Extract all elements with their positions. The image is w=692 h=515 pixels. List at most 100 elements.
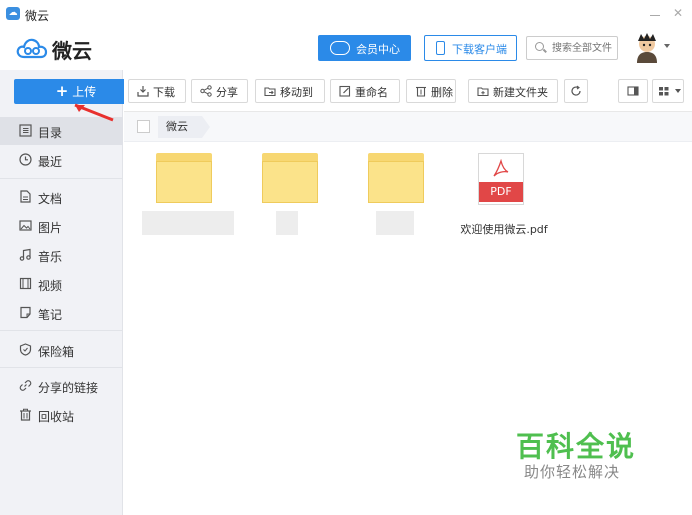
- refresh-icon: [571, 85, 581, 96]
- search-box[interactable]: [526, 36, 618, 60]
- sidebar-item-recent[interactable]: 最近: [0, 146, 123, 174]
- folder-item[interactable]: [254, 153, 324, 243]
- download-client-label: 下载客户端: [452, 43, 507, 56]
- rename-button[interactable]: 重命名: [330, 79, 400, 103]
- divider: [0, 330, 123, 331]
- acrobat-icon: [493, 159, 509, 177]
- sidebar-item-video[interactable]: 视频: [0, 270, 123, 298]
- rename-icon: [339, 85, 351, 97]
- download-button[interactable]: 下载: [128, 79, 186, 103]
- divider: [0, 367, 123, 368]
- sidebar-item-label: 文档: [38, 192, 63, 206]
- rename-label: 重命名: [355, 86, 388, 99]
- sidebar-item-shared-links[interactable]: 分享的链接: [0, 372, 123, 400]
- pdf-file-item[interactable]: PDF 欢迎使用微云.pdf: [460, 153, 548, 243]
- watermark-title: 百科全说: [516, 430, 637, 463]
- search-icon: [535, 42, 544, 51]
- sidebar-item-label: 音乐: [38, 250, 63, 264]
- shield-icon: [19, 343, 32, 356]
- window-title: 微云: [25, 9, 50, 23]
- sidebar-item-recycle-bin[interactable]: 回收站: [0, 401, 123, 429]
- watermark-subtitle: 助你轻松解决: [524, 463, 621, 481]
- upload-label: 上传: [72, 85, 97, 99]
- breadcrumb-item[interactable]: 微云: [158, 116, 210, 138]
- pdf-badge: PDF: [479, 182, 523, 202]
- download-client-button[interactable]: 下载客户端: [424, 35, 517, 61]
- sidebar-item-label: 目录: [38, 126, 63, 140]
- sidebar-item-label: 保险箱: [38, 345, 75, 359]
- red-arrow-annotation: [74, 103, 114, 122]
- move-to-label: 移动到: [280, 86, 313, 99]
- clock-icon: [19, 153, 32, 166]
- new-folder-label: 新建文件夹: [493, 86, 548, 99]
- title-bar: ☁ 微云 ✕: [0, 0, 692, 28]
- toolbar: 下载 分享 移动到 重命名 删除 新建文件夹: [124, 70, 692, 112]
- file-name: 欢迎使用微云.pdf: [460, 223, 548, 236]
- video-icon: [19, 277, 32, 290]
- phone-icon: [436, 41, 445, 55]
- music-icon: [19, 248, 31, 261]
- trash-icon: [20, 408, 31, 421]
- sidebar-item-notes[interactable]: 笔记: [0, 299, 123, 327]
- vip-icon: [330, 41, 350, 55]
- breadcrumb: 微云: [124, 112, 692, 142]
- download-label: 下载: [153, 86, 175, 99]
- folder-name: [142, 211, 234, 235]
- sidebar-item-label: 回收站: [38, 410, 75, 424]
- folder-icon: [156, 153, 212, 203]
- document-icon: [20, 190, 31, 203]
- folder-icon: [368, 153, 424, 203]
- download-icon: [137, 86, 149, 97]
- avatar[interactable]: [633, 31, 661, 63]
- sidebar-item-label: 图片: [38, 221, 63, 235]
- sidebar-item-label: 笔记: [38, 308, 63, 322]
- minimize-button[interactable]: [647, 6, 663, 20]
- folder-item[interactable]: [142, 153, 234, 243]
- plus-icon: +: [55, 82, 69, 100]
- divider: [0, 178, 123, 179]
- select-all-checkbox[interactable]: [137, 120, 150, 133]
- panel-icon: [627, 86, 639, 96]
- sidebar-item-images[interactable]: 图片: [0, 212, 123, 240]
- chevron-down-icon[interactable]: [664, 44, 670, 48]
- pdf-file-icon: PDF: [478, 153, 524, 205]
- move-icon: [264, 87, 276, 97]
- sidebar-item-documents[interactable]: 文档: [0, 183, 123, 211]
- image-icon: [19, 220, 32, 231]
- sidebar: + 上传 目录 最近 文档 图片 音乐 视频 笔记 保险箱 分享的链接 回收站: [0, 70, 138, 515]
- logo-text: 微云: [52, 39, 92, 63]
- header: 微云 会员中心 下载客户端: [0, 28, 692, 70]
- folder-item[interactable]: [360, 153, 430, 243]
- sidebar-item-label: 分享的链接: [38, 381, 99, 395]
- sidebar-item-label: 最近: [38, 155, 63, 169]
- new-folder-icon: [477, 87, 489, 97]
- sidebar-item-label: 视频: [38, 279, 63, 293]
- app-cloud-icon: ☁: [6, 7, 20, 20]
- move-to-button[interactable]: 移动到: [255, 79, 325, 103]
- preview-panel-button[interactable]: [618, 79, 648, 103]
- refresh-button[interactable]: [564, 79, 588, 103]
- list-icon: [19, 124, 32, 137]
- close-button[interactable]: ✕: [670, 6, 686, 20]
- folder-name: [276, 211, 298, 235]
- trash-icon: [416, 86, 426, 97]
- cloud-logo-icon: [16, 38, 48, 59]
- note-icon: [20, 306, 31, 319]
- delete-button[interactable]: 删除: [406, 79, 456, 103]
- sidebar-item-music[interactable]: 音乐: [0, 241, 123, 269]
- share-label: 分享: [216, 86, 238, 99]
- share-button[interactable]: 分享: [191, 79, 248, 103]
- folder-icon: [262, 153, 318, 203]
- chevron-down-icon: [675, 89, 681, 93]
- delete-label: 删除: [431, 86, 453, 99]
- link-icon: [19, 380, 32, 391]
- member-center-label: 会员中心: [356, 43, 400, 56]
- view-mode-button[interactable]: [652, 79, 684, 103]
- folder-name: [376, 211, 414, 235]
- share-icon: [200, 85, 212, 97]
- sidebar-item-safe[interactable]: 保险箱: [0, 336, 123, 364]
- new-folder-button[interactable]: 新建文件夹: [468, 79, 558, 103]
- grid-icon: [659, 87, 669, 96]
- member-center-button[interactable]: 会员中心: [318, 35, 411, 61]
- search-input[interactable]: [552, 40, 616, 56]
